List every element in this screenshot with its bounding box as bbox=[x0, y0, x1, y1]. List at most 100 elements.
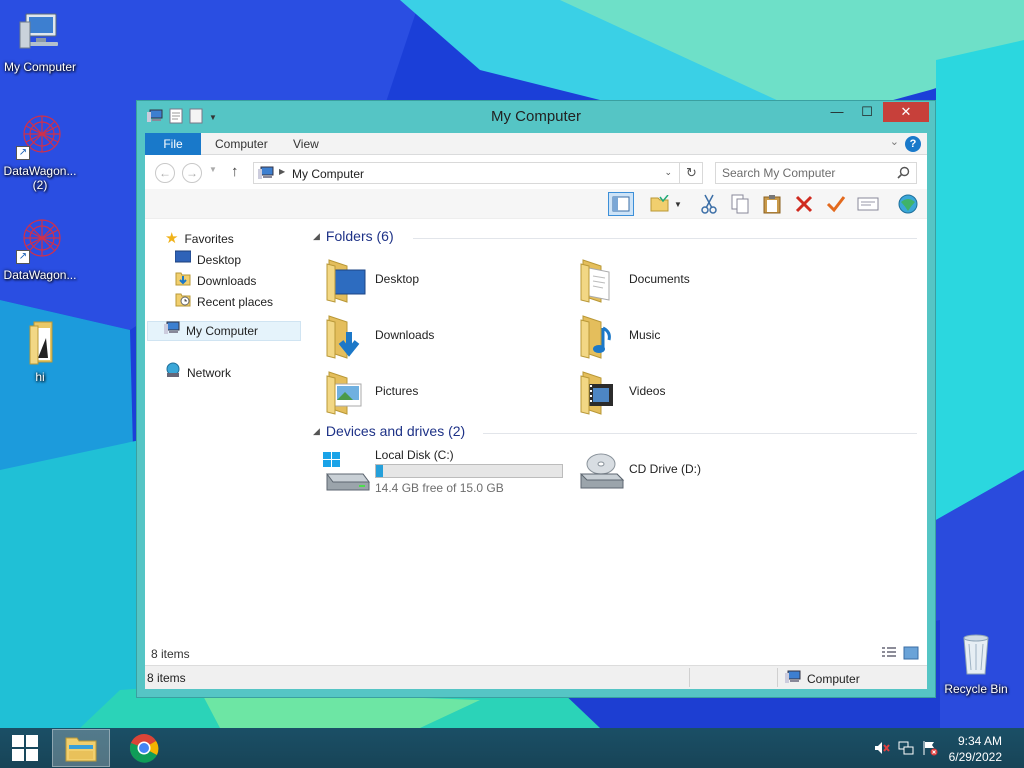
clock-date: 6/29/2022 bbox=[948, 750, 1002, 764]
file-explorer-icon bbox=[65, 737, 97, 762]
delete-icon[interactable] bbox=[791, 192, 817, 216]
folder-tile-desktop[interactable]: Desktop bbox=[319, 254, 569, 306]
details-view-icon[interactable] bbox=[881, 646, 897, 663]
explorer-window: ▼ My Computer — ☐ ✕ File Computer View ⌄… bbox=[136, 100, 936, 698]
search-icon[interactable] bbox=[897, 166, 910, 182]
status-zone: Computer bbox=[785, 670, 860, 687]
downloads-folder-icon bbox=[326, 315, 360, 359]
search-input[interactable] bbox=[722, 166, 892, 180]
status-divider bbox=[689, 668, 690, 687]
recent-locations-chevron-icon[interactable]: ▼ bbox=[209, 165, 217, 174]
up-arrow-icon[interactable]: ↑ bbox=[231, 163, 239, 180]
drive-label: CD Drive (D:) bbox=[629, 462, 701, 476]
nav-label: Downloads bbox=[197, 274, 257, 288]
folder-tile-downloads[interactable]: Downloads bbox=[319, 310, 569, 362]
desktop-icon-hi[interactable]: hi bbox=[0, 318, 80, 384]
chrome-icon bbox=[129, 734, 159, 763]
network-icon bbox=[165, 362, 181, 384]
system-clock[interactable]: 9:34 AM 6/29/2022 bbox=[949, 733, 1002, 765]
pictures-folder-icon bbox=[326, 371, 362, 415]
start-button[interactable] bbox=[0, 728, 50, 768]
properties-icon[interactable] bbox=[855, 192, 881, 216]
breadcrumb[interactable]: My Computer bbox=[292, 167, 364, 181]
desktop-icon-datawagon-2[interactable]: ↗ DataWagon... (2) bbox=[0, 112, 80, 192]
large-icons-view-icon[interactable] bbox=[903, 646, 919, 663]
nav-recent-places[interactable]: Recent places bbox=[175, 292, 273, 312]
folder-tile-documents[interactable]: Documents bbox=[573, 254, 823, 306]
desktop-icon-label: hi bbox=[35, 370, 45, 384]
network-tray-icon[interactable] bbox=[898, 740, 914, 759]
nav-downloads[interactable]: Downloads bbox=[175, 271, 256, 291]
group-header-folders[interactable]: ◢ Folders (6) bbox=[313, 228, 917, 248]
help-icon[interactable]: ? bbox=[905, 136, 921, 152]
folder-tile-music[interactable]: Music bbox=[573, 310, 823, 362]
rename-check-icon[interactable] bbox=[823, 192, 849, 216]
chevron-down-icon[interactable]: ⌄ bbox=[890, 135, 899, 148]
window-client: File Computer View ⌄ ? ← → ▼ ↑ ▶ My Comp… bbox=[145, 133, 927, 689]
minimize-button[interactable]: — bbox=[823, 102, 851, 122]
search-box[interactable] bbox=[715, 162, 917, 184]
desktop-icon-datawagon[interactable]: ↗ DataWagon... bbox=[0, 216, 80, 282]
desktop-icon-sublabel: (2) bbox=[32, 178, 48, 192]
window-titlebar[interactable]: ▼ My Computer — ☐ ✕ bbox=[137, 101, 935, 133]
chevron-down-icon[interactable]: ⌄ bbox=[664, 167, 672, 178]
back-button[interactable]: ← bbox=[155, 163, 175, 183]
copy-icon[interactable] bbox=[727, 192, 753, 216]
tab-computer[interactable]: Computer bbox=[201, 133, 282, 155]
windows-drive-icon bbox=[323, 452, 370, 491]
collapse-triangle-icon[interactable]: ◢ bbox=[313, 231, 320, 241]
nav-my-computer[interactable]: My Computer bbox=[147, 321, 301, 341]
drive-tile-d[interactable]: CD Drive (D:) bbox=[573, 448, 823, 500]
desktop-icon-my-computer[interactable]: My Computer bbox=[0, 8, 80, 74]
nav-desktop[interactable]: Desktop bbox=[174, 250, 241, 270]
documents-folder-icon bbox=[580, 259, 610, 303]
folder-label: Pictures bbox=[375, 384, 419, 398]
nav-label: Recent places bbox=[197, 295, 274, 309]
computer-icon bbox=[785, 670, 801, 687]
recent-places-icon bbox=[175, 291, 191, 313]
address-bar[interactable]: ▶ My Computer ⌄ bbox=[253, 162, 703, 184]
nav-favorites[interactable]: ★ Favorites bbox=[165, 229, 234, 249]
folder-label: Desktop bbox=[375, 272, 420, 286]
folder-tile-pictures[interactable]: Pictures bbox=[319, 366, 569, 418]
folder-options-button[interactable] bbox=[647, 192, 673, 216]
forward-button[interactable]: → bbox=[182, 163, 202, 183]
paste-icon[interactable] bbox=[759, 192, 785, 216]
nav-network[interactable]: Network bbox=[165, 362, 231, 384]
cut-icon[interactable] bbox=[696, 192, 722, 216]
computer-icon bbox=[16, 8, 64, 56]
taskbar-chrome[interactable] bbox=[116, 729, 172, 767]
taskbar: 9:34 AM 6/29/2022 bbox=[0, 728, 1024, 768]
folder-label: Documents bbox=[629, 272, 690, 286]
close-button[interactable]: ✕ bbox=[883, 102, 929, 122]
shortcut-arrow-icon: ↗ bbox=[16, 250, 30, 264]
collapse-triangle-icon[interactable]: ◢ bbox=[313, 426, 320, 436]
breadcrumb-arrow-icon[interactable]: ▶ bbox=[279, 167, 285, 176]
computer-icon bbox=[164, 321, 180, 341]
videos-folder-icon bbox=[580, 371, 613, 415]
group-title: Folders (6) bbox=[325, 228, 394, 244]
group-divider bbox=[483, 433, 917, 434]
folder-label: Videos bbox=[629, 384, 666, 398]
drive-tile-c[interactable]: Local Disk (C:) 14.4 GB free of 15.0 GB bbox=[319, 448, 569, 500]
music-folder-icon bbox=[580, 315, 611, 359]
drive-usage-bar bbox=[375, 464, 563, 478]
tab-view[interactable]: View bbox=[279, 133, 333, 155]
taskbar-file-explorer[interactable] bbox=[52, 729, 110, 767]
folder-tile-videos[interactable]: Videos bbox=[573, 366, 823, 418]
chevron-down-icon[interactable]: ▼ bbox=[671, 192, 685, 216]
refresh-button[interactable]: ↻ bbox=[679, 162, 703, 184]
volume-muted-icon[interactable] bbox=[874, 740, 890, 759]
group-title: Devices and drives (2) bbox=[325, 423, 466, 439]
clock-time: 9:34 AM bbox=[957, 734, 1002, 748]
group-header-devices[interactable]: ◢ Devices and drives (2) bbox=[313, 423, 917, 443]
action-center-flag-icon[interactable] bbox=[922, 740, 938, 759]
status-divider bbox=[777, 668, 778, 687]
desktop-icon-recycle-bin[interactable]: Recycle Bin bbox=[936, 630, 1016, 696]
tab-file[interactable]: File bbox=[145, 133, 201, 155]
globe-icon[interactable] bbox=[895, 192, 921, 216]
maximize-button[interactable]: ☐ bbox=[853, 102, 881, 122]
ribbon-tabs: File Computer View ⌄ ? bbox=[145, 133, 927, 155]
details-status-bar: 8 items bbox=[145, 643, 927, 665]
preview-pane-button[interactable] bbox=[608, 192, 634, 216]
